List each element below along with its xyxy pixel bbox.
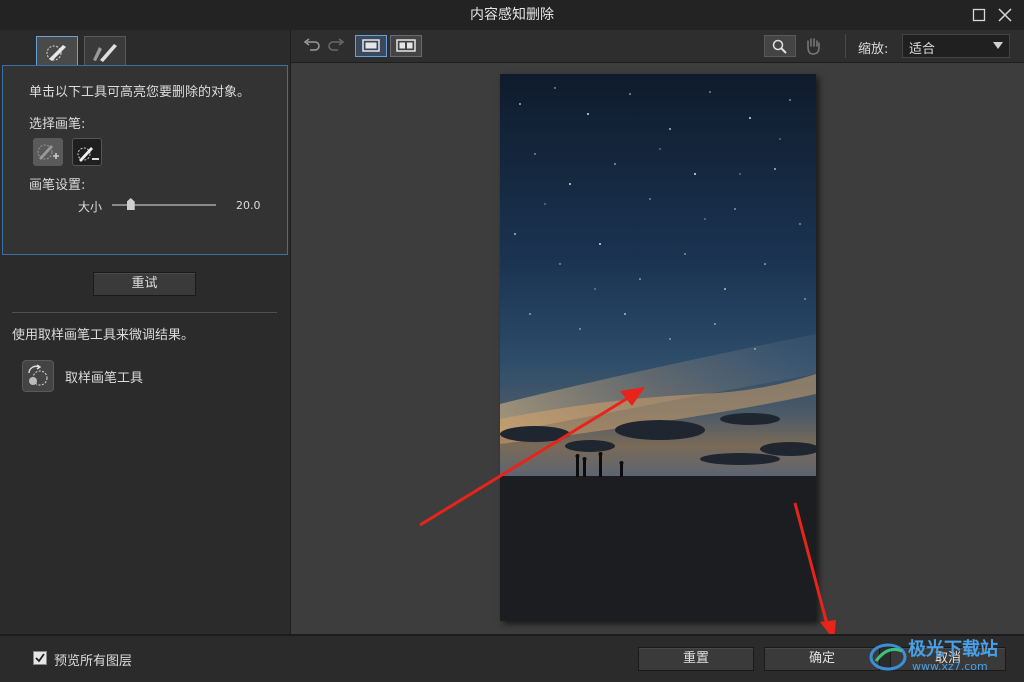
watermark: 极光下载站 www.xz7.com [868,633,1018,679]
watermark-logo-icon [869,643,907,671]
ok-button[interactable]: 确定 [764,647,880,671]
preview-all-layers-label[interactable]: 预览所有图层 [54,650,132,669]
watermark-url: www.xz7.com [912,660,988,673]
checkmark-icon [35,653,45,663]
reset-button[interactable]: 重置 [638,647,754,671]
annotation-arrows [419,387,836,640]
watermark-text: 极光下载站 [908,639,998,660]
preview-all-layers-checkbox[interactable] [33,651,47,665]
